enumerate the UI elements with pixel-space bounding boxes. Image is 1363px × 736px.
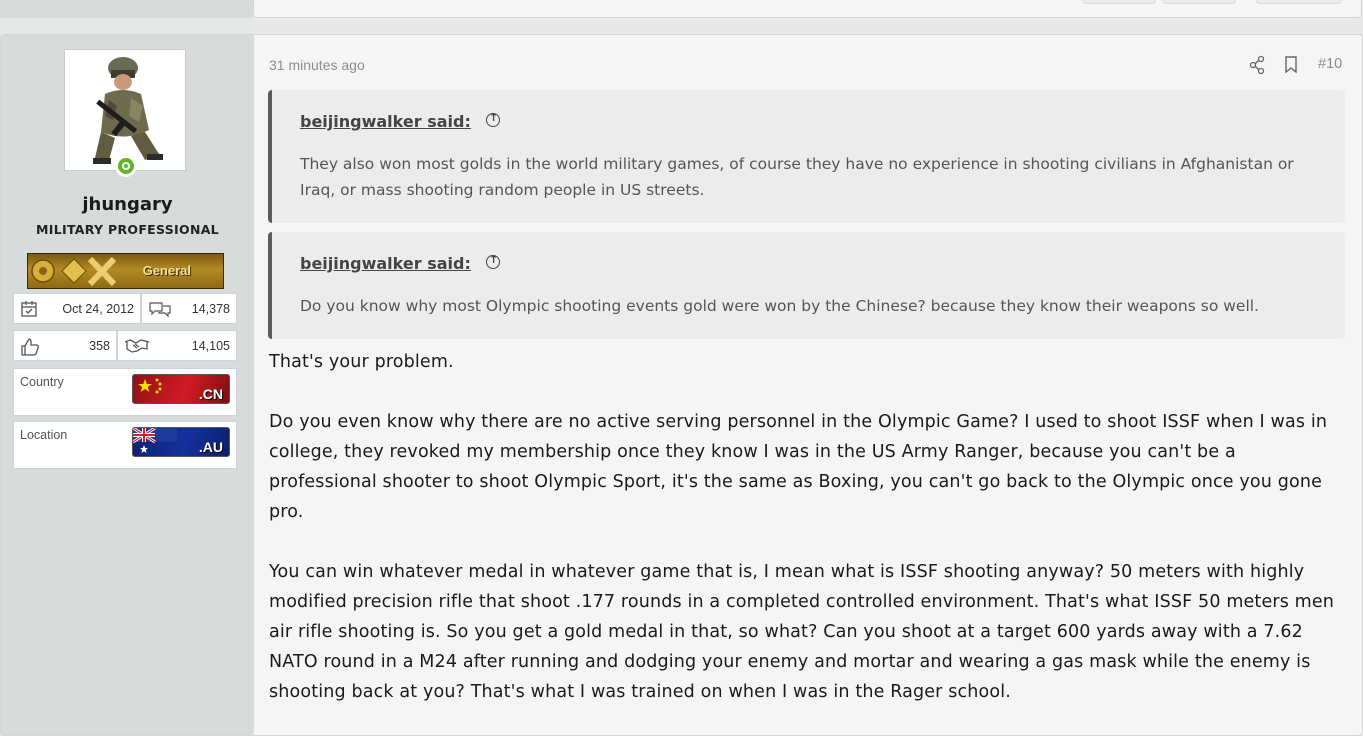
location-flag-au: .AU xyxy=(132,427,230,457)
country-label: Country xyxy=(20,375,64,389)
previous-post-button[interactable] xyxy=(1162,0,1236,4)
joined-date: Oct 24, 2012 xyxy=(62,302,134,316)
username[interactable]: jhungary xyxy=(1,194,254,215)
quote-text: They also won most golds in the world mi… xyxy=(300,155,1294,199)
quote-block: beijingwalker said: They also won most g… xyxy=(268,90,1345,223)
stat-reactions: 358 xyxy=(13,330,117,361)
union-jack-icon xyxy=(133,428,177,453)
previous-post-footer xyxy=(0,0,1363,18)
post-time[interactable]: 31 minutes ago xyxy=(269,57,365,73)
post-paragraph: That's your problem. xyxy=(269,352,454,372)
rank-badge: General xyxy=(27,253,224,289)
location-field: Location .AU xyxy=(13,421,237,469)
location-label: Location xyxy=(20,428,68,442)
previous-post-button[interactable] xyxy=(1082,0,1156,4)
post-paragraph: You can win whatever medal in whatever g… xyxy=(269,562,1335,702)
post-main: 31 minutes ago #10 beijingwalker said: T… xyxy=(254,35,1362,735)
previous-post-sidebar xyxy=(0,0,253,18)
forum-post: jhungary MILITARY PROFESSIONAL General O… xyxy=(0,34,1363,736)
quote-block: beijingwalker said: Do you know why most… xyxy=(268,232,1345,339)
quote-jump-icon[interactable] xyxy=(486,111,500,127)
user-title: MILITARY PROFESSIONAL xyxy=(36,222,219,237)
post-number[interactable]: #10 xyxy=(1318,56,1342,72)
stat-joined: Oct 24, 2012 xyxy=(13,293,141,324)
share-icon[interactable] xyxy=(1249,55,1265,75)
rank-insignia-icon xyxy=(31,256,117,286)
avatar-soldier-image xyxy=(65,50,185,170)
previous-post-body xyxy=(253,0,1362,18)
message-count: 14,378 xyxy=(191,302,230,316)
online-status-icon xyxy=(115,155,137,177)
points-count: 14,105 xyxy=(191,339,230,353)
rank-label: General xyxy=(142,263,191,278)
star-icon xyxy=(138,378,162,394)
country-flag-text: .CN xyxy=(198,386,223,402)
thumbs-up-icon xyxy=(21,338,39,356)
location-flag-text: .AU xyxy=(198,439,223,455)
post-body: That's your problem. Do you even know wh… xyxy=(269,347,1349,707)
messages-icon xyxy=(149,302,171,318)
calendar-icon xyxy=(21,301,37,317)
quote-author[interactable]: beijingwalker said: xyxy=(300,254,471,273)
country-flag-cn: .CN xyxy=(132,374,230,404)
handshake-icon xyxy=(124,339,150,353)
reaction-count: 358 xyxy=(89,339,110,353)
quote-text: Do you know why most Olympic shooting ev… xyxy=(300,297,1259,315)
stat-messages: 14,378 xyxy=(141,293,237,324)
avatar[interactable] xyxy=(64,49,186,171)
user-sidebar: jhungary MILITARY PROFESSIONAL General O… xyxy=(1,35,254,735)
quote-jump-icon[interactable] xyxy=(486,253,500,269)
quote-author[interactable]: beijingwalker said: xyxy=(300,112,471,131)
country-field: Country .CN xyxy=(13,368,237,416)
post-paragraph: Do you even know why there are no active… xyxy=(269,412,1328,522)
previous-post-button[interactable] xyxy=(1256,0,1342,4)
bookmark-icon[interactable] xyxy=(1284,55,1298,75)
stat-points: 14,105 xyxy=(117,330,237,361)
